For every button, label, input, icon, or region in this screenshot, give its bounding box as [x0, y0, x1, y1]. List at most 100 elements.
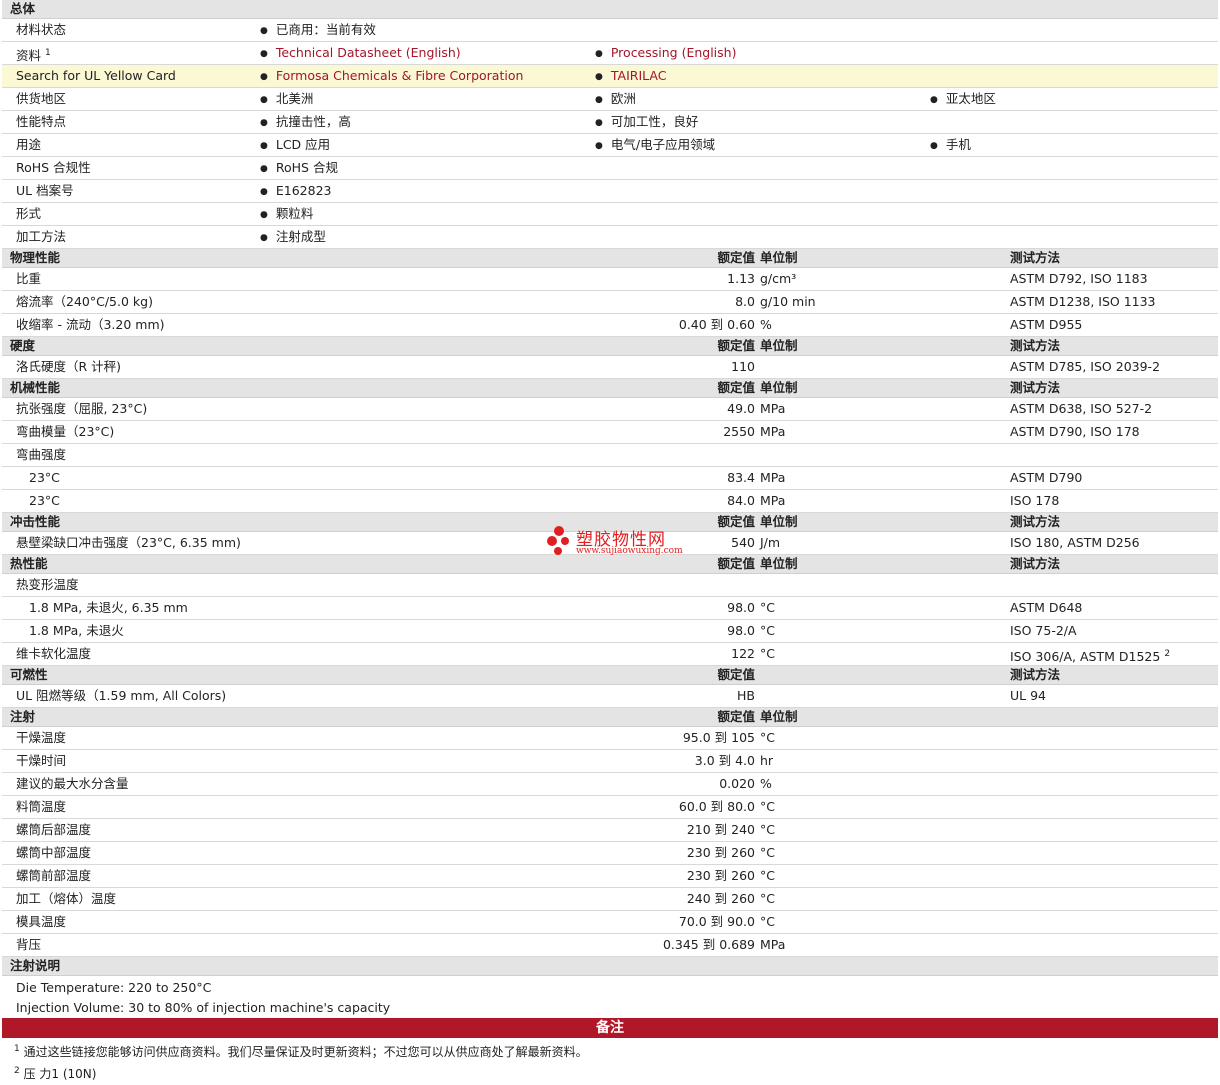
processing-link[interactable]: Processing (English)	[595, 42, 737, 66]
row-label: 加工方法	[16, 229, 67, 244]
row-unit: °C	[760, 891, 775, 906]
table-row: 洛氏硬度（R 计秤) 110 ASTM D785, ISO 2039-2	[2, 356, 1218, 379]
row-availability: 供货地区 北美洲 欧洲 亚太地区	[2, 88, 1218, 111]
row-value: 0.345 到 0.689	[662, 937, 755, 952]
row-label: 加工（熔体）温度	[16, 891, 117, 906]
table-row: 熔流率（240°C/5.0 kg) 8.0 g/10 min ASTM D123…	[2, 291, 1218, 314]
row-label: 形式	[16, 206, 42, 221]
row-value: 230 到 260	[686, 868, 755, 883]
row-label: 熔流率（240°C/5.0 kg)	[16, 294, 153, 309]
row-test: ISO 75-2/A	[1010, 623, 1077, 638]
row-unit: hr	[760, 753, 774, 768]
watermark-logo: 塑胶物性网 www.sujiaowuxing.com	[546, 525, 683, 559]
row-value: 95.0 到 105	[682, 730, 755, 745]
row-test: ASTM D785, ISO 2039-2	[1010, 359, 1161, 374]
footnote: 2 压 力1 (10N)	[14, 1066, 97, 1081]
section-title: 冲击性能	[10, 514, 61, 529]
section-general: 总体	[2, 0, 1218, 19]
row-test: ASTM D638, ISO 527-2	[1010, 401, 1153, 416]
row-value: HB	[737, 688, 755, 703]
row-label: 23°C	[29, 493, 60, 508]
row-label: 螺筒中部温度	[16, 845, 92, 860]
table-row: 收缩率 - 流动（3.20 mm) 0.40 到 0.60 % ASTM D95…	[2, 314, 1218, 337]
section-title: 物理性能	[10, 250, 61, 265]
header-value: 额定值	[717, 556, 755, 571]
header-value: 额定值	[717, 514, 755, 529]
table-row: 1.8 MPa, 未退火 98.0 °C ISO 75-2/A	[2, 620, 1218, 643]
tradename-link[interactable]: TAIRILAC	[595, 65, 667, 89]
table-row: 弯曲模量（23°C) 2550 MPa ASTM D790, ISO 178	[2, 421, 1218, 444]
section-title: 注射说明	[10, 958, 61, 973]
row-item: LCD 应用	[260, 134, 330, 158]
section-title: 总体	[10, 1, 36, 16]
row-value: 230 到 260	[686, 845, 755, 860]
row-label: RoHS 合规性	[16, 160, 91, 175]
header-unit: 单位制	[760, 380, 798, 395]
technical-datasheet-link[interactable]: Technical Datasheet (English)	[260, 42, 461, 66]
watermark-dots-icon	[547, 526, 569, 555]
row-unit: J/m	[760, 535, 781, 550]
row-unit: °C	[760, 646, 775, 661]
table-row: UL 阻燃等级（1.59 mm, All Colors) HB UL 94	[2, 685, 1218, 708]
table-row: 弯曲强度	[2, 444, 1218, 467]
row-item: 欧洲	[595, 88, 636, 112]
header-test: 测试方法	[1010, 338, 1061, 353]
row-value: 83.4	[727, 470, 755, 485]
row-item: 颗粒料	[260, 203, 314, 227]
row-item: E162823	[260, 180, 332, 204]
supplier-link[interactable]: Formosa Chemicals & Fibre Corporation	[260, 65, 524, 89]
row-unit: MPa	[760, 470, 786, 485]
row-label: 用途	[16, 137, 42, 152]
row-value: 98.0	[727, 600, 755, 615]
header-test: 测试方法	[1010, 380, 1061, 395]
remarks-banner: 备注	[2, 1018, 1218, 1038]
row-label: 收缩率 - 流动（3.20 mm)	[16, 317, 165, 332]
row-uses: 用途 LCD 应用 电气/电子应用领域 手机	[2, 134, 1218, 157]
footnote: 1 通过这些链接您能够访问供应商资料。我们尽量保证及时更新资料；不过您可以从供应…	[14, 1044, 588, 1059]
row-test: UL 94	[1010, 688, 1046, 703]
row-value: 110	[731, 359, 755, 374]
row-unit: °C	[760, 845, 775, 860]
row-value: 0.020	[719, 776, 755, 791]
row-unit: g/cm³	[760, 271, 797, 286]
row-label: 弯曲强度	[16, 447, 67, 462]
row-label: 干燥时间	[16, 753, 67, 768]
row-label: 弯曲模量（23°C)	[16, 424, 115, 439]
row-unit: g/10 min	[760, 294, 816, 309]
row-features: 性能特点 抗撞击性，高 可加工性，良好	[2, 111, 1218, 134]
section-title: 硬度	[10, 338, 36, 353]
header-unit: 单位制	[760, 250, 798, 265]
row-unit: °C	[760, 623, 775, 638]
section-flammability: 可燃性 额定值 测试方法	[2, 666, 1218, 685]
row-value: 240 到 260	[686, 891, 755, 906]
row-unit: MPa	[760, 424, 786, 439]
row-value: 122	[731, 646, 755, 661]
row-value: 3.0 到 4.0	[694, 753, 755, 768]
row-label: 资料 1	[16, 48, 51, 64]
table-row: 干燥时间 3.0 到 4.0 hr	[2, 750, 1218, 773]
section-mechanical: 机械性能 额定值 单位制 测试方法	[2, 379, 1218, 398]
row-label: 材料状态	[16, 22, 67, 37]
row-test: ASTM D790, ISO 178	[1010, 424, 1140, 439]
row-label: 螺筒前部温度	[16, 868, 92, 883]
row-unit: °C	[760, 600, 775, 615]
row-item: RoHS 合规	[260, 157, 338, 181]
row-value: 60.0 到 80.0	[678, 799, 755, 814]
row-test: ASTM D1238, ISO 1133	[1010, 294, 1156, 309]
header-value: 额定值	[717, 709, 755, 724]
table-row: 热变形温度	[2, 574, 1218, 597]
row-value: 540	[731, 535, 755, 550]
row-label: 比重	[16, 271, 42, 286]
injection-note: Injection Volume: 30 to 80% of injection…	[16, 1000, 391, 1015]
table-row: 螺筒后部温度 210 到 240 °C	[2, 819, 1218, 842]
row-test: ASTM D790	[1010, 470, 1083, 485]
row-unit: %	[760, 776, 772, 791]
row-processing-method: 加工方法 注射成型	[2, 226, 1218, 249]
row-unit: °C	[760, 822, 775, 837]
table-row: 1.8 MPa, 未退火, 6.35 mm 98.0 °C ASTM D648	[2, 597, 1218, 620]
table-row: 螺筒中部温度 230 到 260 °C	[2, 842, 1218, 865]
injection-note: Die Temperature: 220 to 250°C	[16, 980, 212, 995]
table-row: 抗张强度（屈服, 23°C) 49.0 MPa ASTM D638, ISO 5…	[2, 398, 1218, 421]
row-item: 已商用：当前有效	[260, 19, 376, 43]
row-unit: MPa	[760, 401, 786, 416]
